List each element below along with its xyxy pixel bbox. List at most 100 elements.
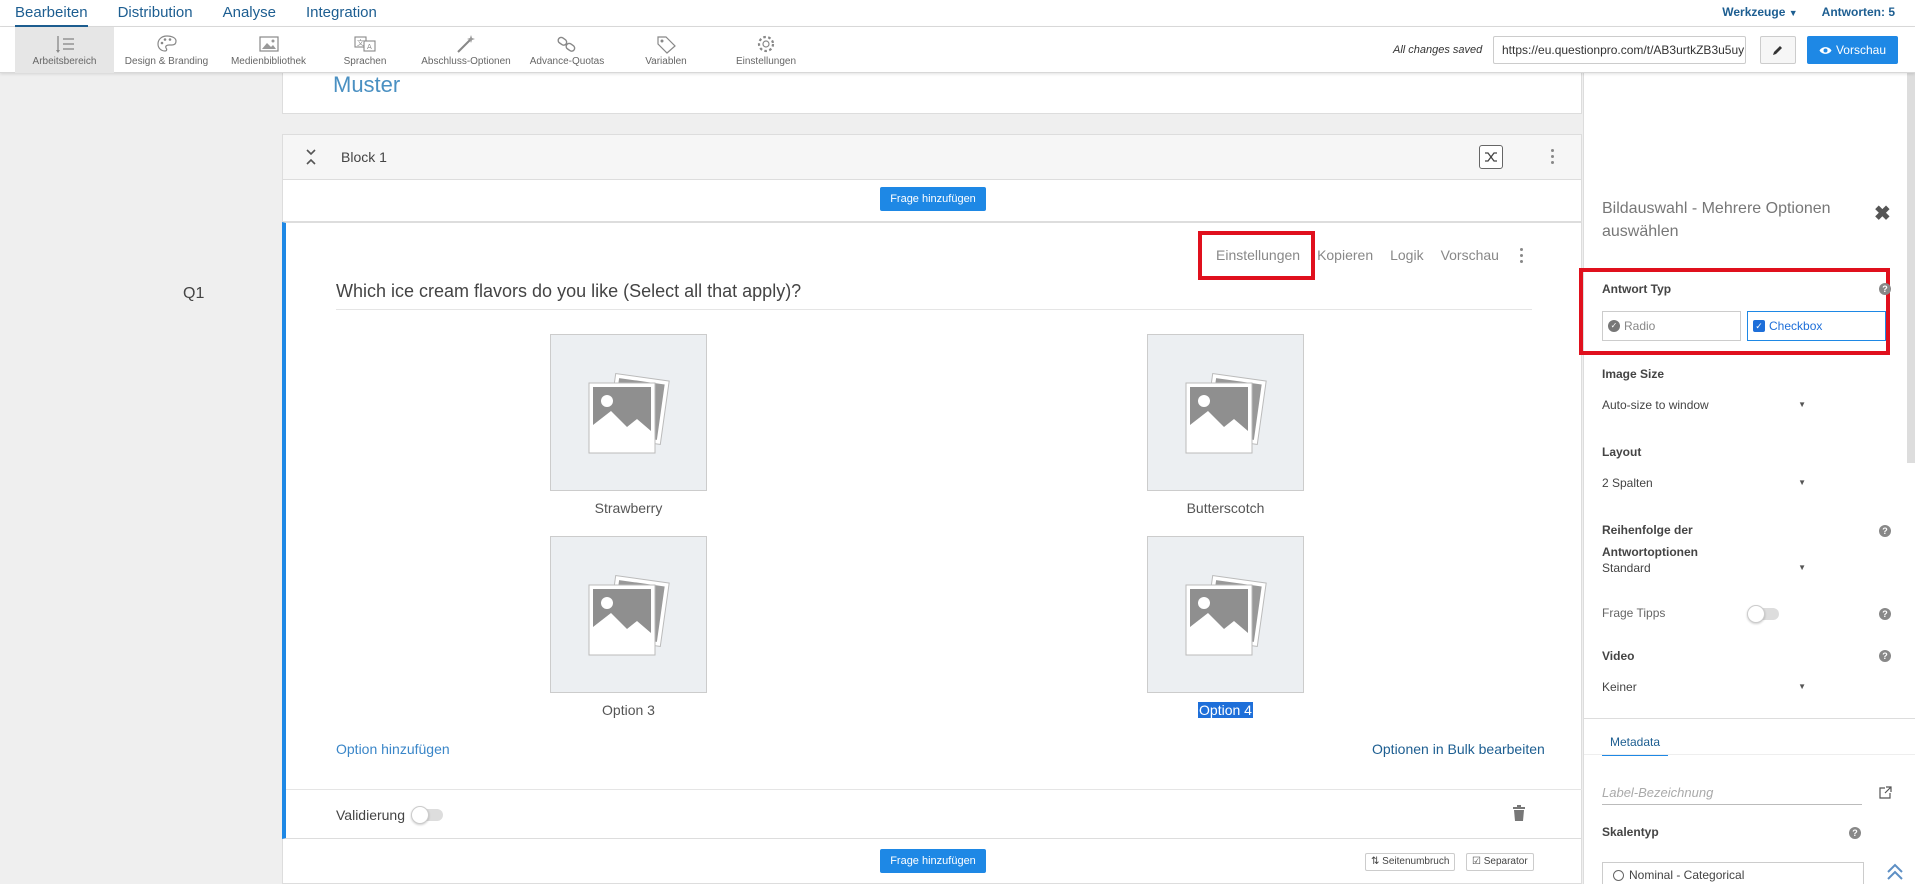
tool-arbeitsbereich[interactable]: Arbeitsbereich (15, 27, 114, 73)
help-icon[interactable]: ? (1879, 608, 1891, 620)
validation-toggle[interactable] (411, 806, 444, 824)
palette-icon (156, 34, 177, 52)
block-more-icon[interactable] (1551, 149, 1554, 164)
svg-text:A: A (367, 43, 372, 51)
randomize-button[interactable] (1479, 145, 1503, 169)
edit-url-button[interactable] (1760, 36, 1796, 64)
tool-sprachen[interactable]: 文A Sprachen (322, 27, 408, 73)
answer-type-label: Antwort Typ (1602, 282, 1672, 296)
checkbox-label: Checkbox (1769, 319, 1823, 333)
tab-metadata[interactable]: Metadata (1602, 735, 1669, 756)
image-option-4-label[interactable]: Option 4 (1147, 702, 1304, 718)
image-option-2[interactable] (1147, 334, 1304, 491)
question-more-icon[interactable] (1519, 247, 1523, 263)
divider (336, 309, 1532, 310)
image-option-1-label[interactable]: Strawberry (550, 500, 707, 516)
scale-type-label: Skalentyp (1602, 825, 1659, 839)
image-placeholder-icon (1185, 574, 1267, 655)
magic-wand-icon (457, 34, 475, 53)
image-size-select[interactable]: Auto-size to window ▼ (1602, 398, 1806, 412)
image-icon (258, 35, 279, 52)
order-select[interactable]: Standard ▼ (1602, 561, 1806, 575)
tool-advance-quotas[interactable]: Advance-Quotas (523, 27, 611, 73)
validation-label: Validierung (336, 807, 406, 823)
nav-distribution[interactable]: Distribution (118, 3, 193, 27)
video-select[interactable]: Keiner ▼ (1602, 680, 1806, 694)
external-link-icon[interactable] (1879, 786, 1892, 799)
add-option-link[interactable]: Option hinzufügen (336, 741, 450, 757)
image-option-3[interactable] (550, 536, 707, 693)
block-footer: Frage hinzufügen ⇅ Seitenumbruch ☑ Separ… (282, 839, 1582, 884)
caret-down-icon: ▼ (1798, 563, 1806, 572)
tool-variablen[interactable]: Variablen (622, 27, 710, 73)
separator-button[interactable]: ☑ Separator (1466, 853, 1534, 871)
caret-down-icon: ▼ (1798, 478, 1806, 487)
survey-title-card: Muster (282, 73, 1582, 114)
scale-type-option-nominal[interactable]: Nominal - Categorical (1602, 862, 1864, 884)
image-size-value: Auto-size to window (1602, 398, 1709, 412)
layout-value: 2 Spalten (1602, 476, 1653, 490)
tool-abschluss-optionen[interactable]: Abschluss-Optionen (417, 27, 515, 73)
quota-link-icon (557, 36, 576, 52)
validation-row: Validierung (336, 806, 444, 824)
tool-label: Einstellungen (735, 55, 797, 67)
bulk-edit-link[interactable]: Optionen in Bulk bearbeiten (1372, 741, 1545, 757)
trash-icon[interactable] (1512, 805, 1526, 821)
tool-medienbibliothek[interactable]: Medienbibliothek (219, 27, 318, 73)
tool-label: Abschluss-Optionen (421, 55, 511, 67)
question-logic-link[interactable]: Logik (1390, 247, 1423, 263)
tips-toggle[interactable] (1747, 605, 1779, 623)
nav-bearbeiten[interactable]: Bearbeiten (15, 3, 88, 27)
page-break-label: Seitenumbruch (1382, 856, 1450, 867)
image-option-1[interactable] (550, 334, 707, 491)
image-option-2-label[interactable]: Butterscotch (1147, 500, 1304, 516)
block-header: Block 1 (283, 135, 1581, 180)
pencil-icon (1773, 46, 1782, 55)
radio-type-button[interactable]: ✓ Radio (1602, 311, 1741, 341)
layout-select[interactable]: 2 Spalten ▼ (1602, 476, 1806, 490)
video-label: Video (1602, 649, 1635, 663)
label-field[interactable]: Label-Bezeichnung (1602, 785, 1862, 805)
panel-scrollbar[interactable] (1907, 73, 1915, 463)
block-card: Block 1 Frage hinzufügen (282, 134, 1582, 222)
order-label-line2: Antwortoptionen (1602, 545, 1698, 559)
checkbox-type-button[interactable]: ✓ Checkbox (1747, 311, 1886, 341)
question-copy-link[interactable]: Kopieren (1317, 247, 1373, 263)
workspace-icon (55, 35, 74, 53)
order-value: Standard (1602, 561, 1651, 575)
help-icon[interactable]: ? (1879, 650, 1891, 662)
nav-analyse[interactable]: Analyse (223, 3, 276, 27)
selected-text: Option 4 (1198, 702, 1253, 718)
caret-down-icon: ▼ (1798, 682, 1806, 691)
tool-design-branding[interactable]: Design & Branding (117, 27, 216, 73)
layout-label: Layout (1602, 445, 1642, 459)
survey-title[interactable]: Muster (333, 73, 400, 97)
help-icon[interactable]: ? (1879, 283, 1891, 295)
block-title[interactable]: Block 1 (341, 149, 387, 165)
close-icon[interactable]: ✖ (1874, 201, 1891, 226)
caret-down-icon: ▼ (1798, 400, 1806, 409)
survey-url-field[interactable]: https://eu.questionpro.com/t/AB3urtkZB3u… (1493, 36, 1746, 64)
antworten-count[interactable]: Antworten: 5 (1822, 5, 1895, 19)
question-text[interactable]: Which ice cream flavors do you like (Sel… (336, 281, 801, 302)
divider (286, 789, 1582, 790)
main-menu: Bearbeiten Distribution Analyse Integrat… (15, 3, 377, 27)
editor-toolbar: Arbeitsbereich Design & Branding Medienb… (0, 27, 1915, 73)
add-question-button-top[interactable]: Frage hinzufügen (880, 187, 986, 211)
language-icon: 文A (354, 35, 376, 52)
collapse-icon[interactable] (304, 148, 318, 166)
question-preview-link[interactable]: Vorschau (1441, 247, 1499, 263)
page-break-button[interactable]: ⇅ Seitenumbruch (1365, 853, 1456, 871)
help-icon[interactable]: ? (1879, 525, 1891, 537)
image-option-4[interactable] (1147, 536, 1304, 693)
tool-einstellungen[interactable]: Einstellungen (722, 27, 810, 73)
werkzeuge-menu[interactable]: Werkzeuge ▼ (1722, 5, 1797, 19)
add-question-button-bottom[interactable]: Frage hinzufügen (880, 849, 986, 873)
help-icon[interactable]: ? (1849, 827, 1861, 839)
preview-button[interactable]: Vorschau (1807, 36, 1898, 64)
divider (1584, 754, 1915, 755)
nav-integration[interactable]: Integration (306, 3, 377, 27)
scroll-top-icon[interactable] (1884, 861, 1906, 883)
image-option-3-label[interactable]: Option 3 (550, 702, 707, 718)
save-status: All changes saved (1393, 44, 1483, 56)
